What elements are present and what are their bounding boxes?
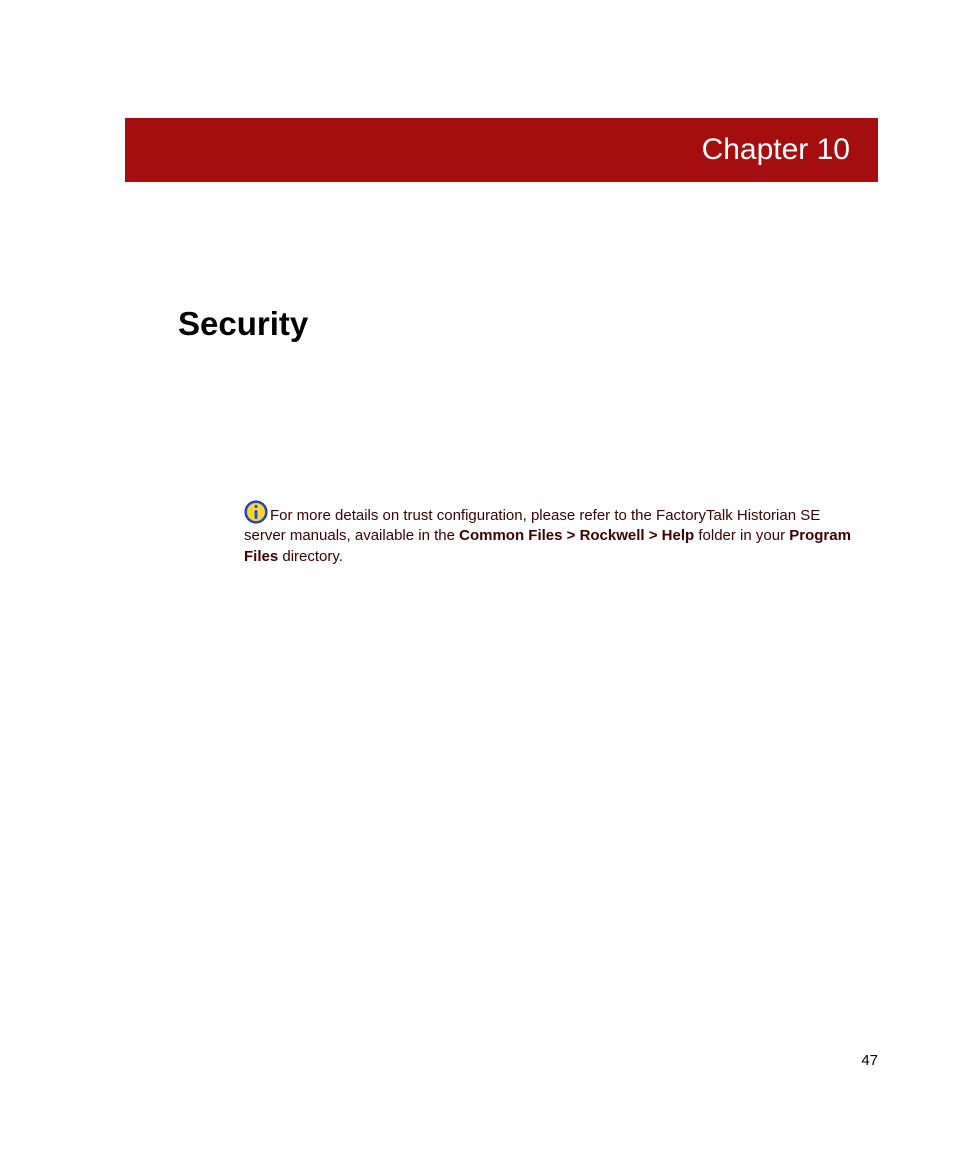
info-text-2: folder in your [694, 527, 789, 544]
chapter-label: Chapter 10 [702, 133, 850, 167]
info-icon [244, 500, 268, 524]
info-text-3: directory. [278, 548, 343, 565]
info-paragraph: For more details on trust configuration,… [244, 500, 864, 567]
chapter-banner: Chapter 10 [125, 118, 878, 182]
page-number: 47 [861, 1052, 878, 1069]
section-title: Security [178, 305, 308, 343]
info-bold-1: Common Files > Rockwell > Help [459, 527, 694, 544]
